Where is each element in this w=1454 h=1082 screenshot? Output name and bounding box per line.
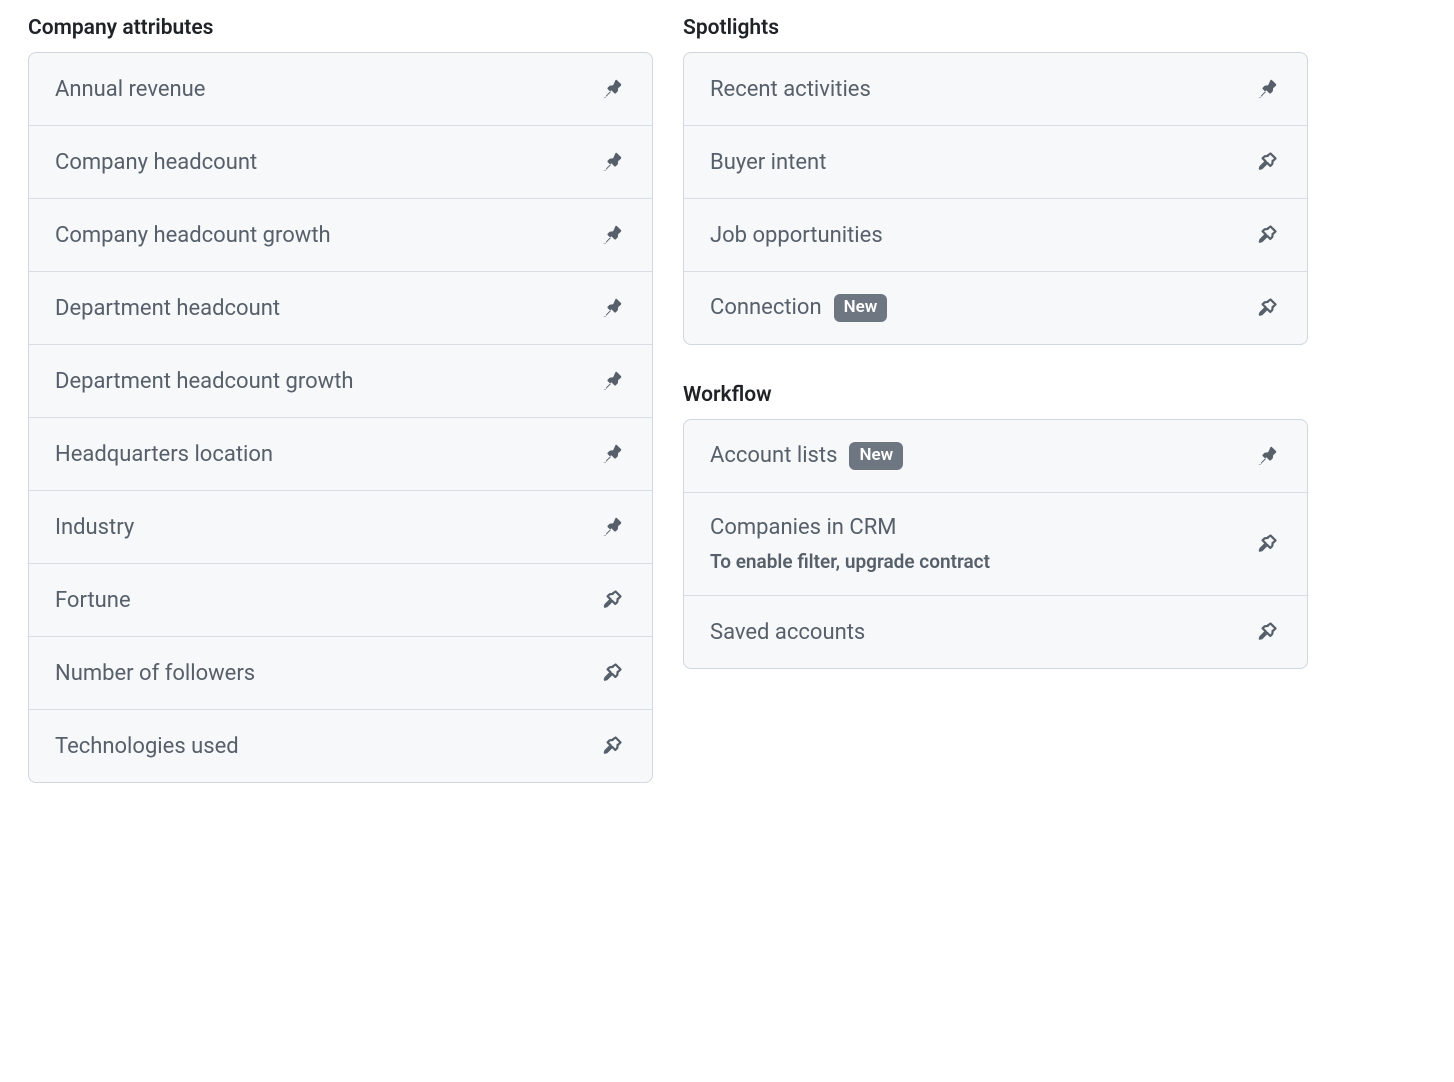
pin-outline-icon[interactable] <box>1253 530 1281 558</box>
row-label: Annual revenue <box>55 77 205 102</box>
pin-outline-icon[interactable] <box>1253 294 1281 322</box>
filter-row-industry[interactable]: Industry <box>29 490 652 563</box>
row-label: Number of followers <box>55 661 255 686</box>
row-main: Industry <box>55 515 134 540</box>
row-main: Number of followers <box>55 661 255 686</box>
filter-row-companies-in-crm[interactable]: Companies in CRM To enable filter, upgrad… <box>684 492 1307 595</box>
row-label: Technologies used <box>55 734 239 759</box>
row-main: Saved accounts <box>710 620 865 645</box>
column-right: Spotlights Recent activities Buyer intent… <box>683 16 1308 783</box>
row-main: Headquarters location <box>55 442 273 467</box>
row-label-line: Annual revenue <box>55 77 205 102</box>
filter-row-account-lists[interactable]: Account lists New <box>684 420 1307 492</box>
filter-row-annual-revenue[interactable]: Annual revenue <box>29 53 652 125</box>
row-label-line: Fortune <box>55 588 131 613</box>
row-label: Recent activities <box>710 77 871 102</box>
pin-filled-icon[interactable] <box>598 440 626 468</box>
row-label: Job opportunities <box>710 223 883 248</box>
row-label: Company headcount growth <box>55 223 331 248</box>
row-main: Company headcount growth <box>55 223 331 248</box>
section-title: Company attributes <box>28 16 653 40</box>
pin-outline-icon[interactable] <box>598 732 626 760</box>
row-label: Saved accounts <box>710 620 865 645</box>
row-main: Companies in CRM To enable filter, upgrad… <box>710 515 990 573</box>
column-left: Company attributes Annual revenue Company… <box>28 16 653 783</box>
pin-filled-icon[interactable] <box>598 75 626 103</box>
pin-filled-icon[interactable] <box>1253 75 1281 103</box>
row-label: Industry <box>55 515 134 540</box>
row-label-line: Connection New <box>710 294 887 322</box>
row-main: Fortune <box>55 588 131 613</box>
filter-row-department-headcount[interactable]: Department headcount <box>29 271 652 344</box>
row-label-line: Companies in CRM <box>710 515 990 540</box>
pin-filled-icon[interactable] <box>1253 442 1281 470</box>
row-label-line: Department headcount <box>55 296 280 321</box>
row-main: Department headcount growth <box>55 369 354 394</box>
card: Recent activities Buyer intent Job opportu… <box>683 52 1308 345</box>
pin-outline-icon[interactable] <box>1253 148 1281 176</box>
badge-new: New <box>849 442 903 470</box>
pin-outline-icon[interactable] <box>1253 618 1281 646</box>
row-main: Recent activities <box>710 77 871 102</box>
row-label: Company headcount <box>55 150 257 175</box>
badge-new: New <box>834 294 888 322</box>
filter-row-company-headcount-growth[interactable]: Company headcount growth <box>29 198 652 271</box>
row-main: Job opportunities <box>710 223 883 248</box>
row-label-line: Recent activities <box>710 77 871 102</box>
row-label-line: Company headcount growth <box>55 223 331 248</box>
row-label: Account lists <box>710 443 837 468</box>
row-label-line: Industry <box>55 515 134 540</box>
row-label-line: Headquarters location <box>55 442 273 467</box>
row-label: Companies in CRM <box>710 515 897 540</box>
row-main: Annual revenue <box>55 77 205 102</box>
row-label-line: Number of followers <box>55 661 255 686</box>
row-label-line: Department headcount growth <box>55 369 354 394</box>
row-label-line: Company headcount <box>55 150 257 175</box>
filter-row-recent-activities[interactable]: Recent activities <box>684 53 1307 125</box>
card: Account lists New Companies in CRM To enabl… <box>683 419 1308 669</box>
row-label-line: Saved accounts <box>710 620 865 645</box>
row-label: Department headcount growth <box>55 369 354 394</box>
filter-row-department-headcount-growth[interactable]: Department headcount growth <box>29 344 652 417</box>
filter-row-headquarters-location[interactable]: Headquarters location <box>29 417 652 490</box>
filter-row-technologies-used[interactable]: Technologies used <box>29 709 652 782</box>
row-label: Fortune <box>55 588 131 613</box>
section-company-attributes: Company attributes Annual revenue Company… <box>28 16 653 783</box>
pin-outline-icon[interactable] <box>1253 221 1281 249</box>
filter-row-saved-accounts[interactable]: Saved accounts <box>684 595 1307 668</box>
row-label: Headquarters location <box>55 442 273 467</box>
filter-row-job-opportunities[interactable]: Job opportunities <box>684 198 1307 271</box>
filter-row-connection[interactable]: Connection New <box>684 271 1307 344</box>
row-label-line: Account lists New <box>710 442 903 470</box>
row-main: Buyer intent <box>710 150 826 175</box>
pin-filled-icon[interactable] <box>598 221 626 249</box>
section-spotlights: Spotlights Recent activities Buyer intent… <box>683 16 1308 345</box>
row-main: Account lists New <box>710 442 903 470</box>
row-label: Connection <box>710 295 822 320</box>
section-title: Workflow <box>683 383 1308 407</box>
pin-outline-icon[interactable] <box>598 586 626 614</box>
row-main: Connection New <box>710 294 887 322</box>
filter-row-number-of-followers[interactable]: Number of followers <box>29 636 652 709</box>
pin-filled-icon[interactable] <box>598 513 626 541</box>
section-title: Spotlights <box>683 16 1308 40</box>
row-label-line: Job opportunities <box>710 223 883 248</box>
row-label-line: Technologies used <box>55 734 239 759</box>
row-label-line: Buyer intent <box>710 150 826 175</box>
row-label: Department headcount <box>55 296 280 321</box>
row-main: Department headcount <box>55 296 280 321</box>
pin-filled-icon[interactable] <box>598 148 626 176</box>
row-main: Company headcount <box>55 150 257 175</box>
filter-row-fortune[interactable]: Fortune <box>29 563 652 636</box>
pin-filled-icon[interactable] <box>598 367 626 395</box>
row-main: Technologies used <box>55 734 239 759</box>
filter-row-buyer-intent[interactable]: Buyer intent <box>684 125 1307 198</box>
row-note: To enable filter, upgrade contract <box>710 550 990 573</box>
filter-row-company-headcount[interactable]: Company headcount <box>29 125 652 198</box>
pin-filled-icon[interactable] <box>598 294 626 322</box>
card: Annual revenue Company headcount Company h… <box>28 52 653 783</box>
row-label: Buyer intent <box>710 150 826 175</box>
pin-outline-icon[interactable] <box>598 659 626 687</box>
section-workflow: Workflow Account lists New Companies in CR… <box>683 383 1308 669</box>
